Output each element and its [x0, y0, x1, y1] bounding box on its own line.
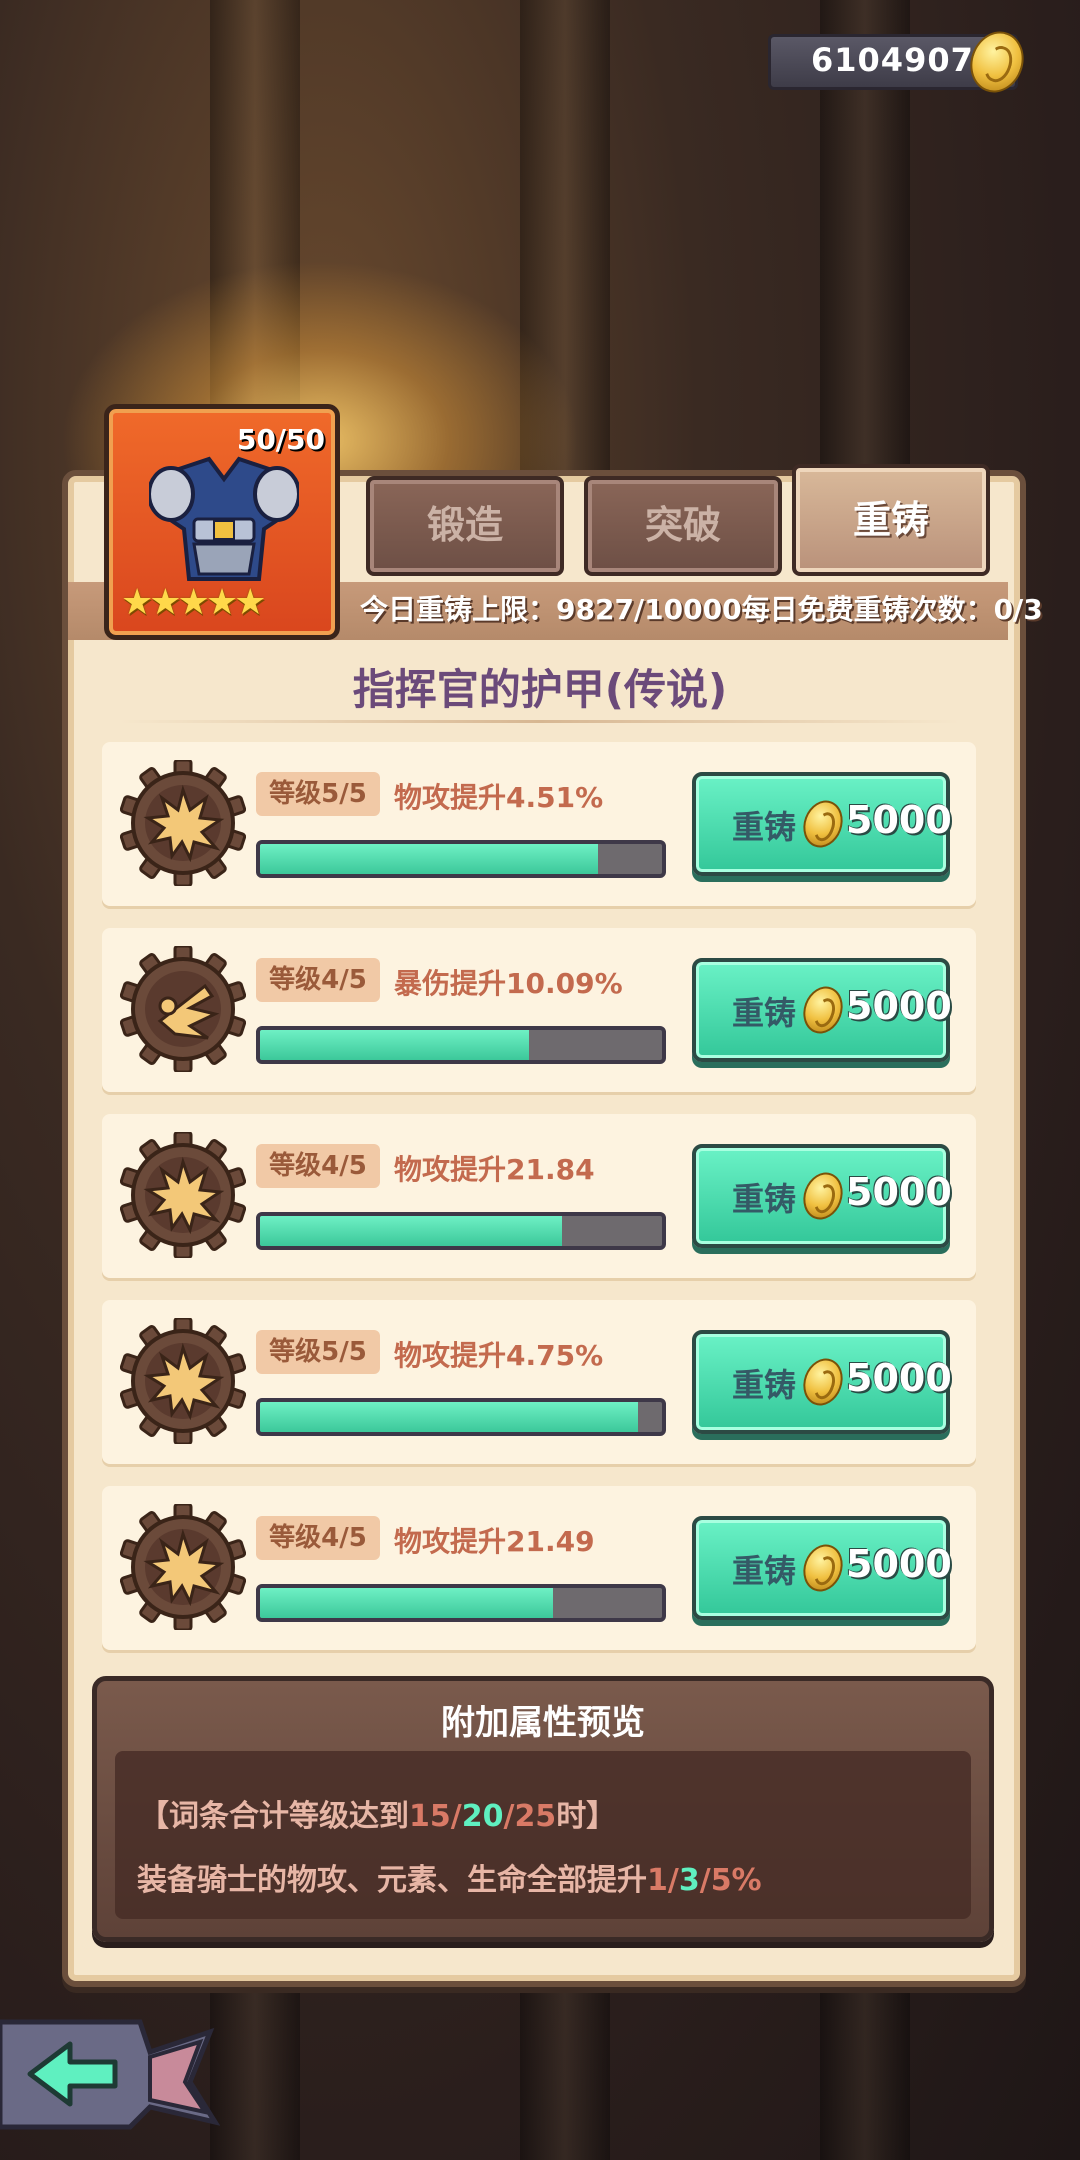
threshold-3: 25: [514, 1799, 557, 1834]
affix-stat: 物攻提升21.84: [394, 1153, 595, 1186]
bonus-1: 1: [647, 1863, 668, 1898]
affix-progress-fill: [260, 1588, 554, 1618]
preview-condition-suffix: 时】: [556, 1799, 617, 1834]
preview-effect-prefix: 装备骑士的物攻、元素、生命全部提升: [137, 1863, 647, 1898]
affix-row: 等级4/5 暴伤提升10.09% 重铸 5000: [102, 928, 976, 1092]
affix-level: 等级4/5: [256, 958, 380, 1002]
affix-progress-fill: [260, 1216, 562, 1246]
affix-row: 等级4/5 物攻提升21.49 重铸 5000: [102, 1486, 976, 1650]
reforge-cost: 5000: [846, 1356, 952, 1400]
reforge-button-label: 重铸: [732, 1366, 797, 1404]
explosion-icon: [120, 1132, 246, 1258]
preview-title: 附加属性预览: [441, 1703, 645, 1743]
affix-row: 等级5/5 物攻提升4.51% 重铸 5000: [102, 742, 976, 906]
reforge-button-label: 重铸: [732, 1552, 797, 1590]
reforge-button[interactable]: 重铸 5000: [692, 958, 952, 1062]
equipment-slot[interactable]: 50/50 ★★★★★: [104, 404, 340, 640]
affix-progress-bar: [256, 1398, 666, 1436]
preview-effect: 装备骑士的物攻、元素、生命全部提升1/3/5%: [137, 1855, 762, 1899]
gold-coin-icon: [796, 1538, 850, 1598]
explosion-icon: [120, 760, 246, 886]
threshold-1: 15: [409, 1799, 451, 1834]
affix-progress-bar: [256, 840, 666, 878]
equipment-count: 50/50: [236, 423, 325, 456]
affix-progress-fill: [260, 1030, 530, 1060]
affix-stat: 物攻提升4.51%: [394, 781, 604, 814]
explosion-icon: [120, 1504, 246, 1630]
preview-condition-prefix: 【词条合计等级达到: [139, 1799, 409, 1834]
bonus-3: 5%: [710, 1863, 762, 1898]
affix-level: 等级4/5: [256, 1144, 380, 1188]
armor-icon: [149, 456, 299, 581]
affix-stat: 暴伤提升10.09%: [394, 967, 623, 1000]
separator: /: [450, 1799, 462, 1834]
gold-currency-display: 6104907: [768, 23, 1033, 101]
reforge-button[interactable]: 重铸 5000: [692, 1516, 952, 1620]
back-button[interactable]: [0, 2012, 220, 2132]
affix-level: 等级5/5: [256, 772, 380, 816]
reforge-cost: 5000: [846, 984, 952, 1028]
tab-breakthrough[interactable]: 突破: [584, 476, 782, 576]
reforge-limits-text: 今日重铸上限：9827/10000每日免费重铸次数：0/3: [360, 593, 1043, 626]
title-divider: [120, 720, 960, 723]
gold-coin-icon: [961, 23, 1033, 101]
threshold-2: 20: [461, 1799, 504, 1834]
preview-condition: 【词条合计等级达到15/20/25时】: [139, 1791, 616, 1835]
reforge-button[interactable]: 重铸 5000: [692, 772, 952, 876]
separator: /: [699, 1863, 711, 1898]
star-rating: ★★★★★: [121, 582, 266, 623]
explosion-icon: [120, 1318, 246, 1444]
affix-progress-bar: [256, 1026, 666, 1064]
equipment-title: 指挥官的护甲(传说): [352, 665, 728, 714]
bonus-2: 3: [678, 1863, 700, 1898]
reforge-cost: 5000: [846, 1542, 952, 1586]
reforge-cost: 5000: [846, 798, 952, 842]
affix-stat: 物攻提升21.49: [394, 1525, 595, 1558]
gold-amount: 6104907: [811, 41, 974, 79]
bonus-preview-box: 附加属性预览 【词条合计等级达到15/20/25时】 装备骑士的物攻、元素、生命…: [92, 1676, 994, 1942]
affix-row: 等级5/5 物攻提升4.75% 重铸 5000: [102, 1300, 976, 1464]
affix-progress-fill: [260, 1402, 638, 1432]
affix-progress-fill: [260, 844, 598, 874]
preview-body: 【词条合计等级达到15/20/25时】 装备骑士的物攻、元素、生命全部提升1/3…: [115, 1751, 971, 1919]
gold-coin-icon: [796, 794, 850, 854]
affix-stat: 物攻提升4.75%: [394, 1339, 604, 1372]
reforge-button-label: 重铸: [732, 1180, 797, 1218]
affix-level: 等级5/5: [256, 1330, 380, 1374]
tab-reforge[interactable]: 重铸: [792, 464, 990, 576]
reforge-button-label: 重铸: [732, 808, 797, 846]
affix-progress-bar: [256, 1212, 666, 1250]
separator: /: [667, 1863, 679, 1898]
tab-forge[interactable]: 锻造: [366, 476, 564, 576]
affix-row: 等级4/5 物攻提升21.84 重铸 5000: [102, 1114, 976, 1278]
gold-coin-icon: [796, 980, 850, 1040]
crit-burst-icon: [120, 946, 246, 1072]
separator: /: [503, 1799, 515, 1834]
affix-progress-bar: [256, 1584, 666, 1622]
gold-coin-icon: [796, 1352, 850, 1412]
reforge-button[interactable]: 重铸 5000: [692, 1144, 952, 1248]
affix-level: 等级4/5: [256, 1516, 380, 1560]
gold-coin-icon: [796, 1166, 850, 1226]
reforge-button[interactable]: 重铸 5000: [692, 1330, 952, 1434]
reforge-cost: 5000: [846, 1170, 952, 1214]
reforge-button-label: 重铸: [732, 994, 797, 1032]
